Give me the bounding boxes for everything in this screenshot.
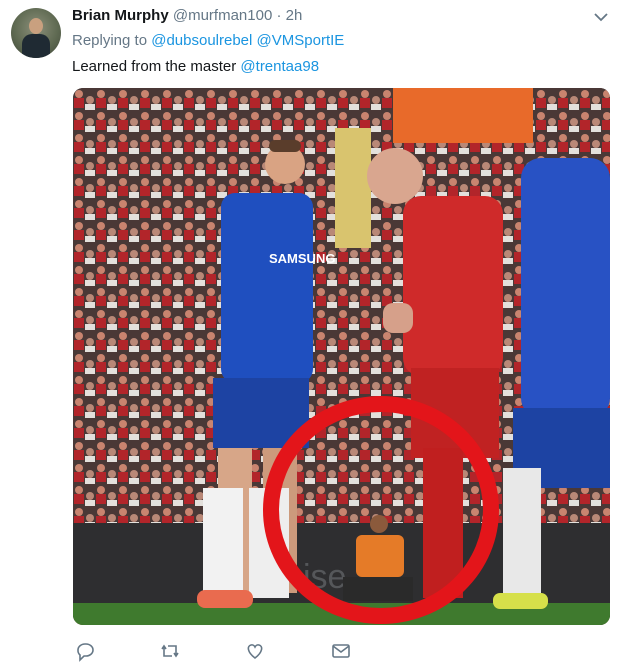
player-right-sock (503, 468, 541, 603)
steward-head (370, 515, 388, 533)
chevron-down-icon[interactable] (592, 10, 610, 24)
replying-to-label: Replying to (72, 32, 148, 49)
player-red-head (367, 148, 423, 204)
steward-vest (356, 535, 404, 577)
replying-to: Replying to @dubsoulrebel @VMSportIE (72, 32, 344, 49)
player-red-shirt (403, 196, 503, 376)
reply-icon[interactable] (74, 640, 96, 662)
reply-mention-2[interactable]: @VMSportIE (257, 32, 345, 49)
player-left-hair (269, 140, 301, 152)
author-name[interactable]: Brian Murphy (72, 7, 169, 24)
tweet-text-mention[interactable]: @trentaa98 (240, 58, 319, 75)
shirt-sponsor: SAMSUNG (269, 251, 335, 266)
avatar-head (29, 18, 43, 34)
avatar[interactable] (11, 8, 61, 58)
player-red-hand (383, 303, 413, 333)
player-left-boot (197, 590, 253, 608)
steward-legs (343, 577, 413, 601)
photo-illustration: ise SAMSUNG (73, 88, 610, 625)
tweet-time[interactable]: 2h (286, 7, 303, 24)
stairs (335, 128, 371, 248)
dm-icon[interactable] (330, 640, 352, 662)
tweet-header: Brian Murphy @murfman100 · 2h (72, 6, 302, 26)
avatar-body (22, 34, 50, 58)
like-icon[interactable] (244, 640, 266, 662)
player-right-boot (493, 593, 548, 609)
player-left-sock-1 (203, 488, 243, 598)
player-left-shirt (221, 193, 313, 383)
player-right-shirt (521, 158, 610, 418)
tweet-text: Learned from the master @trentaa98 (72, 58, 319, 75)
tweet: Brian Murphy @murfman100 · 2h Replying t… (0, 0, 620, 670)
orange-stand (393, 88, 533, 143)
author-handle[interactable]: @murfman100 (173, 7, 272, 24)
separator-dot: · (276, 7, 282, 24)
tweet-photo[interactable]: ise SAMSUNG (73, 88, 610, 625)
retweet-icon[interactable] (159, 640, 181, 662)
reply-mention-1[interactable]: @dubsoulrebel (151, 32, 252, 49)
tweet-actions (72, 640, 372, 662)
tweet-text-plain: Learned from the master (72, 58, 237, 75)
